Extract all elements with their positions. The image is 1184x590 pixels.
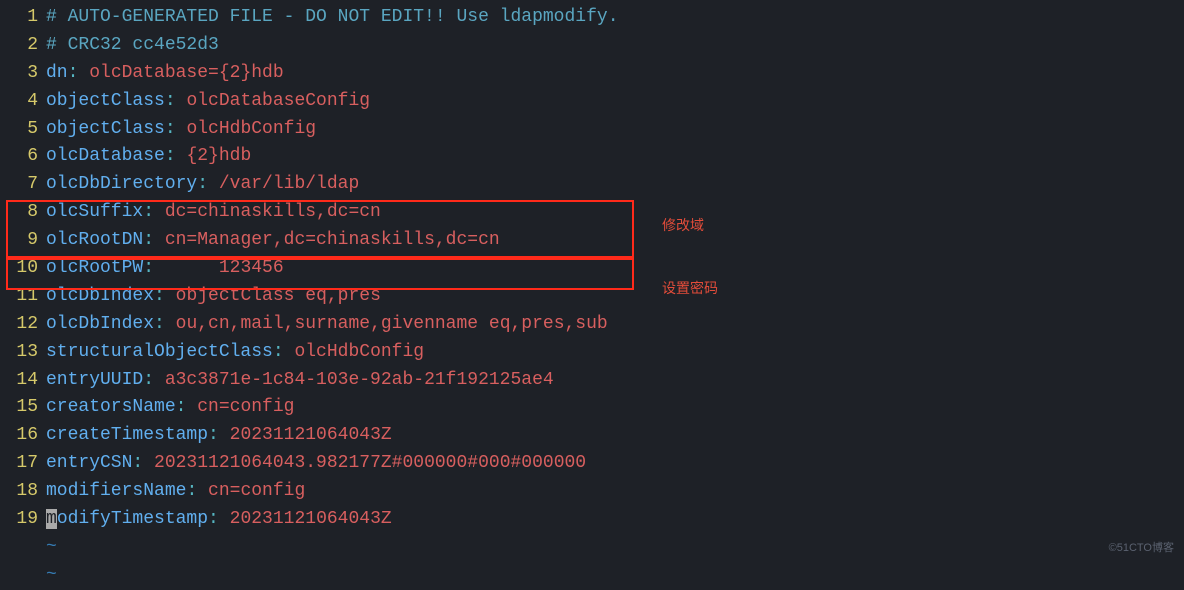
code-line: 8olcSuffix: dc=chinaskills,dc=cn [0, 199, 1184, 227]
code-line: 17entryCSN: 20231121064043.982177Z#00000… [0, 450, 1184, 478]
line-number: 15 [0, 394, 46, 422]
line-number: 14 [0, 367, 46, 395]
code-line: 7olcDbDirectory: /var/lib/ldap [0, 171, 1184, 199]
line-number: 10 [0, 255, 46, 283]
code-line: 15creatorsName: cn=config [0, 394, 1184, 422]
code-line: 19modifyTimestamp: 20231121064043Z [0, 506, 1184, 534]
line-number: 9 [0, 227, 46, 255]
code-line: 3dn: olcDatabase={2}hdb [0, 60, 1184, 88]
line-number: 13 [0, 339, 46, 367]
code-line: 18modifiersName: cn=config [0, 478, 1184, 506]
code-line: 10olcRootPW: 123456 [0, 255, 1184, 283]
line-content: entryUUID: a3c3871e-1c84-103e-92ab-21f19… [46, 367, 1184, 395]
code-line: 12olcDbIndex: ou,cn,mail,surname,givenna… [0, 311, 1184, 339]
code-line: 1# AUTO-GENERATED FILE - DO NOT EDIT!! U… [0, 4, 1184, 32]
line-number: 17 [0, 450, 46, 478]
line-content: dn: olcDatabase={2}hdb [46, 60, 1184, 88]
line-number: 6 [0, 143, 46, 171]
code-line: 14entryUUID: a3c3871e-1c84-103e-92ab-21f… [0, 367, 1184, 395]
line-number: 7 [0, 171, 46, 199]
line-content: modifyTimestamp: 20231121064043Z [46, 506, 1184, 534]
line-number: 2 [0, 32, 46, 60]
line-number: 3 [0, 60, 46, 88]
line-content: objectClass: olcDatabaseConfig [46, 88, 1184, 116]
cursor: m [46, 509, 57, 529]
code-line: 5objectClass: olcHdbConfig [0, 116, 1184, 144]
line-content: objectClass: olcHdbConfig [46, 116, 1184, 144]
watermark: ©51CTO博客 [1109, 540, 1174, 557]
line-content: olcDatabase: {2}hdb [46, 143, 1184, 171]
line-content: # AUTO-GENERATED FILE - DO NOT EDIT!! Us… [46, 4, 1184, 32]
code-line: 11olcDbIndex: objectClass eq,pres [0, 283, 1184, 311]
line-content: olcDbIndex: objectClass eq,pres [46, 283, 1184, 311]
line-content: olcDbIndex: ou,cn,mail,surname,givenname… [46, 311, 1184, 339]
code-line: 9olcRootDN: cn=Manager,dc=chinaskills,dc… [0, 227, 1184, 255]
line-number: 1 [0, 4, 46, 32]
code-line: 2# CRC32 cc4e52d3 [0, 32, 1184, 60]
line-number: 19 [0, 506, 46, 534]
line-number: 5 [0, 116, 46, 144]
code-line: 4objectClass: olcDatabaseConfig [0, 88, 1184, 116]
line-content: olcRootPW: 123456 [46, 255, 1184, 283]
line-content: olcSuffix: dc=chinaskills,dc=cn [46, 199, 1184, 227]
line-content: structuralObjectClass: olcHdbConfig [46, 339, 1184, 367]
annotation-label-password: 设置密码 [662, 278, 718, 300]
line-number: 12 [0, 311, 46, 339]
code-line: 13structuralObjectClass: olcHdbConfig [0, 339, 1184, 367]
line-number: 11 [0, 283, 46, 311]
line-content: createTimestamp: 20231121064043Z [46, 422, 1184, 450]
line-number: 4 [0, 88, 46, 116]
line-number: 16 [0, 422, 46, 450]
line-number: 18 [0, 478, 46, 506]
line-number: 8 [0, 199, 46, 227]
code-editor[interactable]: 1# AUTO-GENERATED FILE - DO NOT EDIT!! U… [0, 0, 1184, 590]
line-content: modifiersName: cn=config [46, 478, 1184, 506]
line-content: olcRootDN: cn=Manager,dc=chinaskills,dc=… [46, 227, 1184, 255]
code-line: 6olcDatabase: {2}hdb [0, 143, 1184, 171]
annotation-label-domain: 修改域 [662, 215, 704, 237]
empty-line-tilde: ~ [0, 562, 1184, 590]
code-line: 16createTimestamp: 20231121064043Z [0, 422, 1184, 450]
line-content: # CRC32 cc4e52d3 [46, 32, 1184, 60]
line-content: creatorsName: cn=config [46, 394, 1184, 422]
line-content: entryCSN: 20231121064043.982177Z#000000#… [46, 450, 1184, 478]
empty-line-tilde: ~ [0, 534, 1184, 562]
line-content: olcDbDirectory: /var/lib/ldap [46, 171, 1184, 199]
